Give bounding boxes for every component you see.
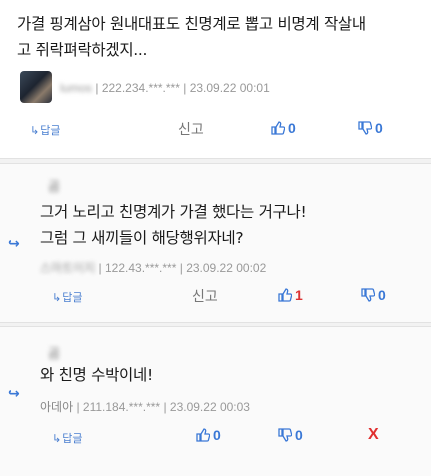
upvote-button[interactable]: 0 — [196, 427, 221, 443]
author-ip: 211.184.***.*** — [82, 400, 161, 414]
reply-label: 답글 — [62, 432, 83, 445]
downvote-count: 0 — [295, 427, 303, 443]
reply-nick-top: 곰 — [48, 179, 60, 194]
author-nick[interactable]: lumos — [60, 81, 92, 95]
comment-date: 23.09.22 00:01 — [189, 81, 270, 95]
upvote-button[interactable]: 0 — [271, 120, 296, 136]
reply-label: 답글 — [40, 124, 61, 137]
reply-text: 그거 노리고 친명계가 가결 했다는 거구나! 그럼 그 새끼들이 해당행위자네… — [40, 199, 425, 251]
thumb-down-icon — [278, 428, 292, 442]
downvote-button[interactable]: 0 — [361, 287, 386, 303]
comment-text-line: 가결 핑계삼아 원내대표도 친명계로 뽑고 비명계 작살내 — [17, 15, 366, 33]
reply-label: 답글 — [62, 291, 83, 304]
upvote-count: 0 — [288, 120, 296, 136]
comment-text-line: 고 쥐락펴락하겠지... — [17, 41, 148, 59]
downvote-button[interactable]: 0 — [358, 120, 383, 136]
reply-text-line: 그럼 그 새끼들이 해당행위자네? — [40, 229, 244, 247]
thumb-down-icon — [358, 121, 372, 135]
author-nick[interactable]: 스마트이지 — [40, 261, 95, 275]
reply-arrow-icon: ↪ — [8, 386, 20, 402]
comment-date: 23.09.22 00:03 — [169, 400, 250, 414]
reply-meta: 아데아 | 211.184.***.*** | 23.09.22 00:03 — [40, 400, 250, 414]
author-ip: 122.43.***.*** — [105, 261, 177, 275]
reply-arrow-icon: ↪ — [8, 236, 20, 252]
upvote-count: 0 — [213, 427, 221, 443]
downvote-count: 0 — [378, 287, 386, 303]
reply-button[interactable]: ↳ 답글 — [30, 122, 60, 138]
upvote-button[interactable]: 1 — [278, 287, 303, 303]
comment-text: 가결 핑계삼아 원내대표도 친명계로 뽑고 비명계 작살내 고 쥐락펴락하겠지.… — [17, 11, 422, 63]
author-ip: 222.234.***.*** — [101, 81, 180, 95]
upvote-count: 1 — [295, 287, 303, 303]
reply-text: 와 친명 수박이네! — [40, 362, 425, 388]
reply-icon: ↳ — [52, 290, 62, 304]
delete-button[interactable]: X — [368, 426, 379, 444]
comment-date: 23.09.22 00:02 — [186, 261, 267, 275]
avatar[interactable] — [20, 71, 52, 103]
reply-nick-top: 곰 — [48, 346, 60, 361]
thumb-up-icon — [196, 428, 210, 442]
reply-icon: ↳ — [30, 123, 40, 137]
reply-text-line: 그거 노리고 친명계가 가결 했다는 거구나! — [40, 203, 307, 221]
thumb-up-icon — [278, 288, 292, 302]
reply-button[interactable]: ↳ 답글 — [52, 289, 82, 305]
thumb-up-icon — [271, 121, 285, 135]
report-button[interactable]: 신고 — [178, 119, 204, 139]
comment-meta: lumos | 222.234.***.*** | 23.09.22 00:01 — [60, 81, 270, 95]
reply-meta: 스마트이지 | 122.43.***.*** | 23.09.22 00:02 — [40, 261, 267, 275]
reply-text-line: 와 친명 수박이네! — [40, 366, 153, 384]
author-nick[interactable]: 아데아 — [40, 400, 73, 414]
reply-icon: ↳ — [52, 431, 62, 445]
downvote-button[interactable]: 0 — [278, 427, 303, 443]
reply-button[interactable]: ↳ 답글 — [52, 430, 82, 446]
downvote-count: 0 — [375, 120, 383, 136]
report-button[interactable]: 신고 — [192, 286, 218, 306]
thumb-down-icon — [361, 288, 375, 302]
